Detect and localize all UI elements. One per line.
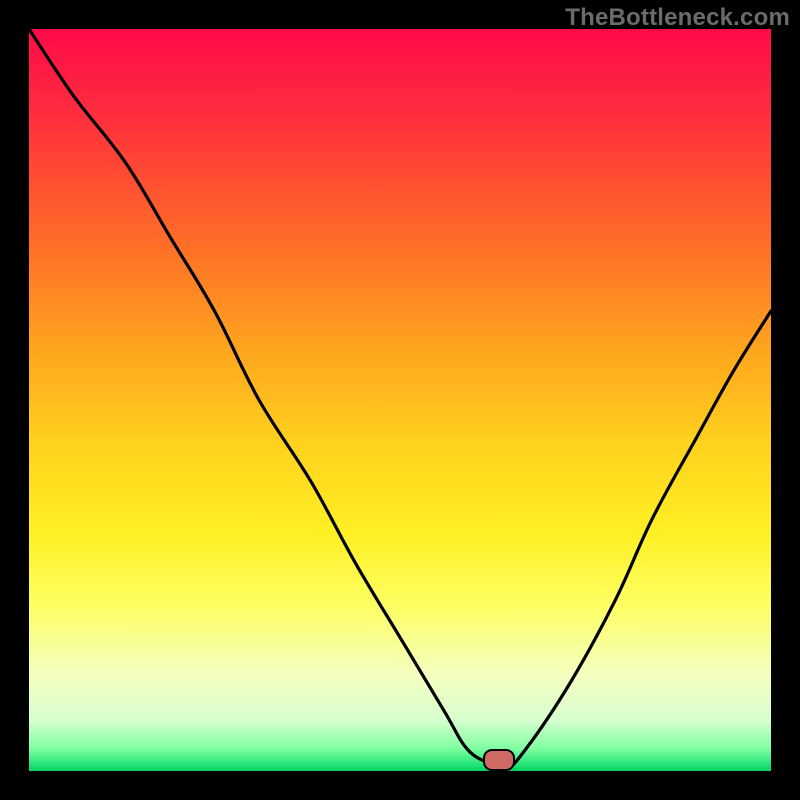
chart-frame: TheBottleneck.com: [0, 0, 800, 800]
bottleneck-curve: [29, 29, 771, 771]
optimal-marker: [483, 749, 515, 771]
watermark-text: TheBottleneck.com: [565, 4, 790, 32]
plot-area: [29, 29, 771, 771]
